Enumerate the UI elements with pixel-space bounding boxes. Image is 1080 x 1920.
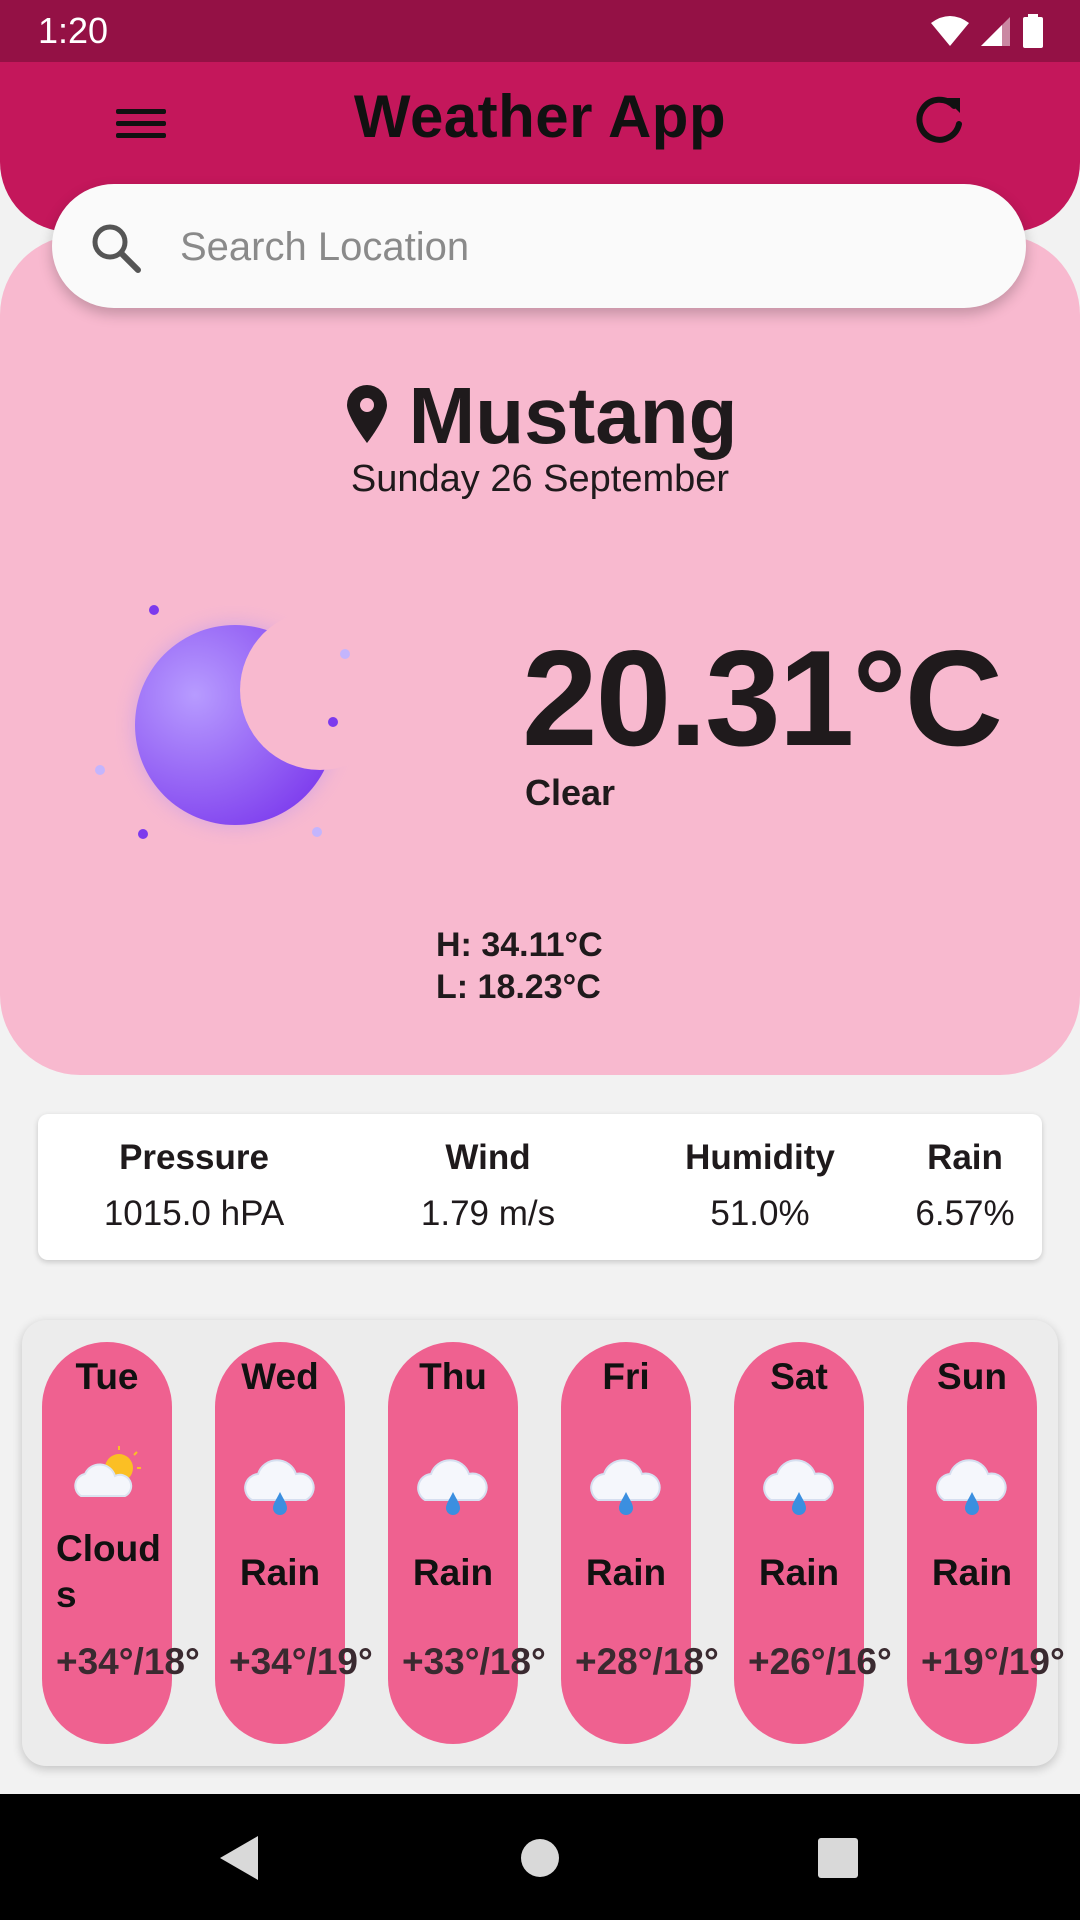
low-temperature: L: 18.23°C bbox=[436, 968, 601, 1006]
day-temperature: +33°/18° bbox=[402, 1641, 546, 1682]
forecast-day-thu[interactable]: Thu Rain +33°/18° bbox=[388, 1342, 546, 1744]
search-icon bbox=[92, 224, 141, 273]
home-icon[interactable] bbox=[510, 1828, 570, 1888]
rain-cloud-icon bbox=[936, 1459, 1007, 1515]
rain-cloud-icon bbox=[763, 1459, 834, 1515]
day-name: Fri bbox=[602, 1356, 650, 1397]
day-name: Thu bbox=[419, 1356, 487, 1397]
day-condition: Rain bbox=[585, 1552, 667, 1593]
wifi-icon bbox=[931, 16, 969, 46]
rain-cloud-icon bbox=[590, 1459, 661, 1515]
day-temperature: +28°/18° bbox=[575, 1641, 719, 1682]
temperature-value: 20.31°C bbox=[522, 622, 1003, 774]
stat-value: 1015.0 hPA bbox=[103, 1194, 285, 1233]
status-time: 1:20 bbox=[38, 10, 109, 51]
day-condition: Rain bbox=[758, 1552, 840, 1593]
search-bar[interactable] bbox=[52, 184, 1026, 308]
stat-label: Rain bbox=[927, 1138, 1003, 1177]
refresh-icon[interactable] bbox=[910, 90, 970, 150]
day-condition: Rain bbox=[931, 1552, 1013, 1593]
date-text: Sunday 26 September bbox=[350, 458, 730, 500]
forecast-day-tue[interactable]: Tue Clouds +34°/18° bbox=[42, 1342, 200, 1744]
stat-pressure: Pressure 1015.0 hPA bbox=[58, 1138, 330, 1234]
stat-value: 51.0% bbox=[710, 1194, 810, 1233]
day-temperature: +19°/19° bbox=[921, 1641, 1065, 1682]
navigation-bar bbox=[0, 1794, 1080, 1920]
day-condition: Clouds bbox=[56, 1528, 161, 1615]
forecast-day-sat[interactable]: Sat Rain +26°/16° bbox=[734, 1342, 892, 1744]
signal-icon bbox=[981, 17, 1010, 46]
day-condition: Rain bbox=[239, 1552, 321, 1593]
stat-value: 6.57% bbox=[915, 1194, 1015, 1233]
high-temperature: H: 34.11°C bbox=[436, 926, 603, 964]
screen: 1:20 Weather App Search Location Mustang… bbox=[0, 0, 1080, 1920]
recents-icon[interactable] bbox=[808, 1828, 868, 1888]
day-temperature: +34°/19° bbox=[229, 1641, 373, 1682]
condition-text: Clear bbox=[525, 772, 616, 813]
rain-cloud-icon bbox=[244, 1459, 315, 1515]
forecast-day-fri[interactable]: Fri Rain +28°/18° bbox=[561, 1342, 719, 1744]
partly-cloudy-icon bbox=[74, 1446, 141, 1497]
day-name: Wed bbox=[241, 1356, 319, 1397]
location-pin-icon bbox=[346, 385, 387, 443]
stat-label: Pressure bbox=[119, 1138, 269, 1177]
status-bar: 1:20 bbox=[0, 0, 1080, 62]
location-title: Mustang bbox=[0, 370, 1080, 462]
stats-card: Pressure 1015.0 hPA Wind 1.79 m/s Humidi… bbox=[38, 1114, 1042, 1260]
city-name: Mustang bbox=[408, 371, 738, 460]
day-name: Sat bbox=[770, 1356, 828, 1397]
moon-icon bbox=[95, 605, 350, 839]
day-name: Tue bbox=[75, 1356, 139, 1397]
battery-icon bbox=[1023, 14, 1043, 48]
stat-value: 1.79 m/s bbox=[420, 1194, 556, 1233]
stat-label: Wind bbox=[445, 1138, 531, 1177]
stat-humidity: Humidity 51.0% bbox=[630, 1138, 890, 1234]
status-icons bbox=[930, 14, 1044, 48]
day-temperature: +26°/16° bbox=[748, 1641, 892, 1682]
day-temperature: +34°/18° bbox=[56, 1641, 200, 1682]
day-name: Sun bbox=[937, 1356, 1007, 1397]
search-input[interactable] bbox=[178, 206, 982, 288]
back-icon[interactable] bbox=[210, 1828, 270, 1888]
rain-cloud-icon bbox=[417, 1459, 488, 1515]
day-condition: Rain bbox=[412, 1552, 494, 1593]
stat-rain: Rain 6.57% bbox=[900, 1138, 1030, 1234]
stat-label: Humidity bbox=[685, 1138, 835, 1177]
forecast-panel: Tue Clouds +34°/18° Wed Rain +34°/19° Th… bbox=[22, 1320, 1065, 1766]
forecast-day-wed[interactable]: Wed Rain +34°/19° bbox=[215, 1342, 373, 1744]
forecast-day-sun[interactable]: Sun Rain +19°/19° bbox=[907, 1342, 1065, 1744]
stat-wind: Wind 1.79 m/s bbox=[358, 1138, 618, 1234]
